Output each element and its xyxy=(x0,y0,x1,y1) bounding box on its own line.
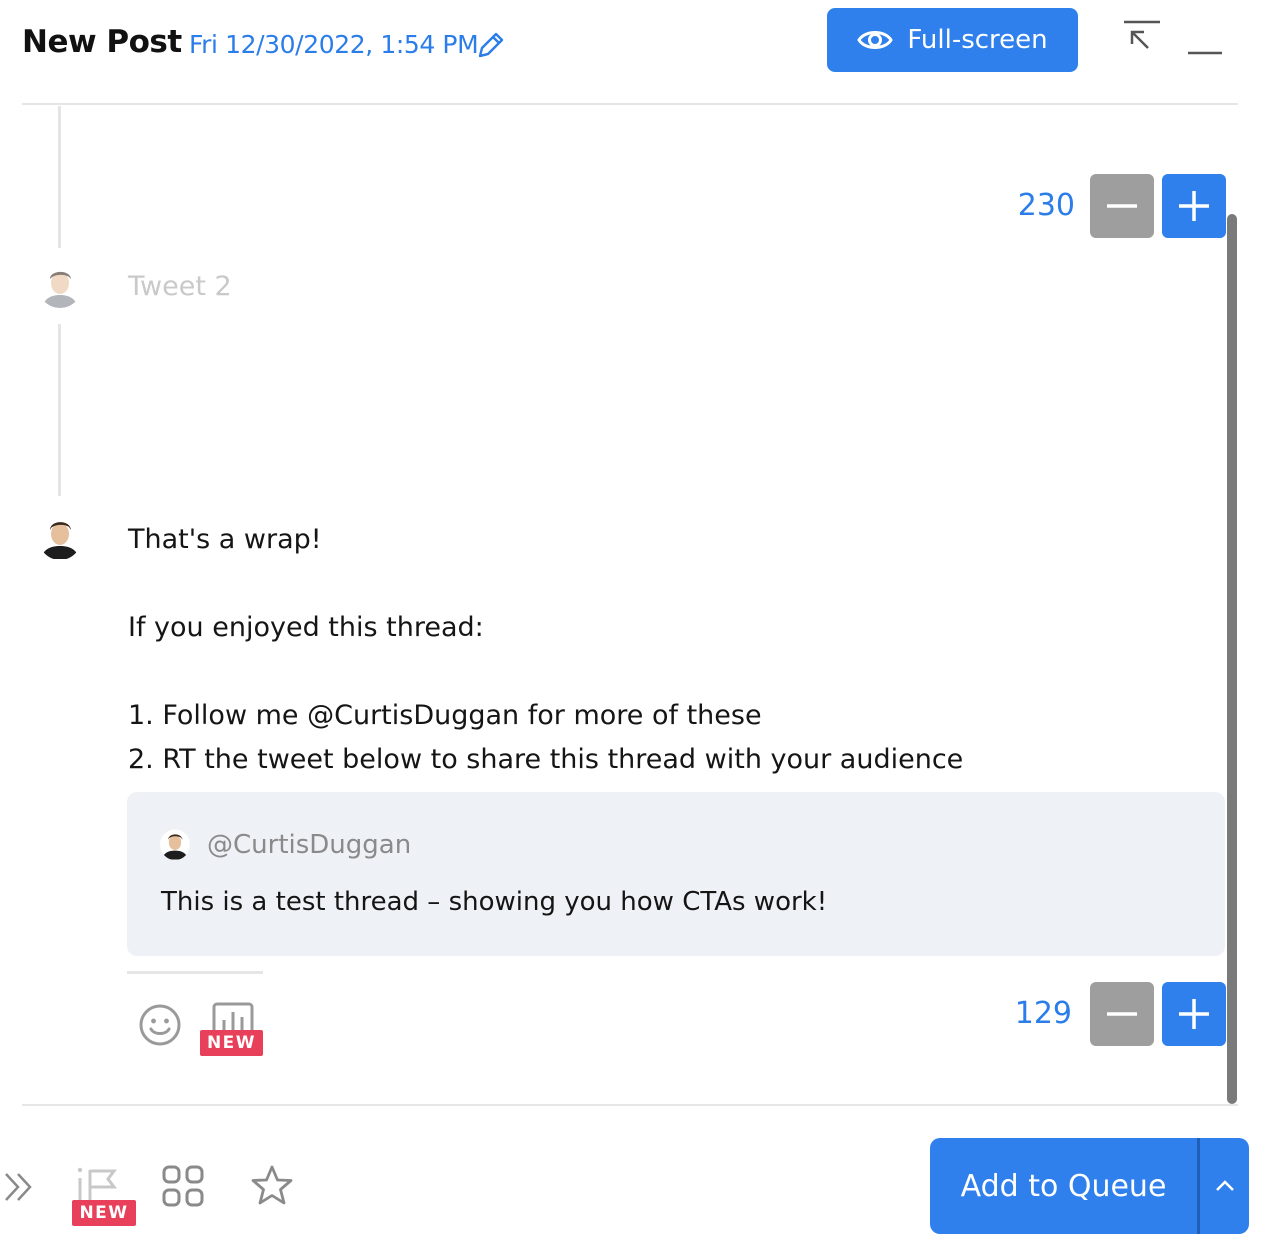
plus-icon xyxy=(1179,999,1209,1029)
thread-line xyxy=(58,106,61,248)
add-to-queue-button[interactable]: Add to Queue xyxy=(930,1138,1197,1234)
collapse-icon[interactable] xyxy=(1120,18,1164,58)
avatar xyxy=(38,515,82,559)
fullscreen-button[interactable]: Full-screen xyxy=(827,8,1078,72)
divider xyxy=(127,971,263,974)
flag-icon[interactable] xyxy=(74,1166,118,1202)
minus-icon xyxy=(1107,1012,1137,1016)
tweet-line: That's a wrap! xyxy=(128,524,322,555)
avatar xyxy=(38,264,82,308)
new-badge: NEW xyxy=(72,1200,136,1226)
char-counter: 129 xyxy=(1014,996,1072,1031)
grid-icon[interactable] xyxy=(161,1164,205,1208)
fullscreen-label: Full-screen xyxy=(907,25,1048,55)
scrollbar[interactable] xyxy=(1227,214,1237,1104)
queue-options-button[interactable] xyxy=(1200,1138,1249,1234)
tweet-line xyxy=(128,650,1208,694)
minimize-icon[interactable] xyxy=(1186,48,1224,56)
quoted-handle: @CurtisDuggan xyxy=(207,830,412,860)
minus-icon xyxy=(1107,204,1137,208)
tweet-input[interactable]: Tweet 2 xyxy=(128,271,232,302)
chevron-up-icon xyxy=(1215,1180,1234,1191)
new-badge: NEW xyxy=(200,1030,263,1056)
plus-icon xyxy=(1179,191,1209,221)
edit-icon[interactable] xyxy=(474,28,508,62)
tweet-line: If you enjoyed this thread: xyxy=(128,612,484,643)
emoji-icon[interactable] xyxy=(138,1003,182,1047)
quoted-tweet-card[interactable] xyxy=(127,792,1225,956)
page-title: New Post xyxy=(22,24,182,60)
header-divider xyxy=(22,103,1238,105)
remove-tweet-button[interactable] xyxy=(1090,982,1154,1046)
tweet-body[interactable]: That's a wrap! If you enjoyed this threa… xyxy=(128,518,1208,782)
add-tweet-button[interactable] xyxy=(1162,982,1226,1046)
remove-tweet-button[interactable] xyxy=(1090,174,1154,238)
star-icon[interactable] xyxy=(250,1164,294,1208)
tweet-line: 2. RT the tweet below to share this thre… xyxy=(128,744,964,775)
schedule-date[interactable]: Fri 12/30/2022, 1:54 PM xyxy=(189,30,479,59)
footer-divider xyxy=(22,1104,1238,1106)
thread-line xyxy=(58,324,61,496)
eye-icon xyxy=(857,31,894,49)
add-tweet-button[interactable] xyxy=(1162,174,1226,238)
tweet-line xyxy=(128,562,1208,606)
avatar xyxy=(160,829,190,860)
tweet-line: 1. Follow me @CurtisDuggan for more of t… xyxy=(128,700,762,731)
quoted-text: This is a test thread – showing you how … xyxy=(161,887,828,917)
char-counter: 230 xyxy=(1017,188,1075,223)
chevrons-right-icon[interactable] xyxy=(2,1170,36,1204)
